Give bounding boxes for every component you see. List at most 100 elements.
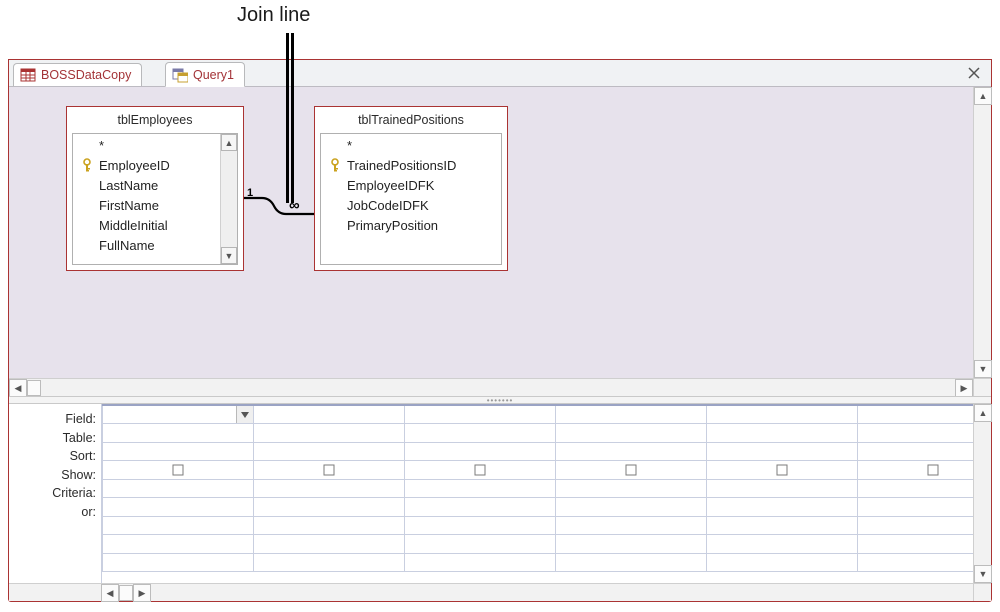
grid-cell-criteria[interactable] xyxy=(405,479,556,498)
grid-cell-sort[interactable] xyxy=(103,442,254,461)
grid-cell-or[interactable] xyxy=(707,516,858,535)
design-horizontal-scrollbar[interactable]: ◀ ▶ xyxy=(9,378,973,396)
scroll-down-button[interactable]: ▼ xyxy=(221,247,237,264)
grid-cell-table[interactable] xyxy=(858,424,974,443)
field-item[interactable]: FullName xyxy=(73,235,237,255)
scroll-up-button[interactable]: ▲ xyxy=(974,404,992,422)
field-item[interactable]: EmployeeID xyxy=(73,155,237,175)
show-checkbox[interactable] xyxy=(324,464,335,475)
scroll-down-button[interactable]: ▼ xyxy=(974,565,992,583)
join-cardinality-one: 1 xyxy=(247,187,253,199)
grid-cell-sort[interactable] xyxy=(405,442,556,461)
grid-cell-or[interactable] xyxy=(254,498,405,517)
grid-cell-or[interactable] xyxy=(103,516,254,535)
fieldlist-scrollbar[interactable]: ▲ ▼ xyxy=(220,134,237,264)
grid-cell-field[interactable] xyxy=(103,405,254,424)
table-tblemployees[interactable]: tblEmployees * EmployeeID LastName First… xyxy=(66,106,244,271)
grid-cell-or[interactable] xyxy=(405,498,556,517)
grid-cell-or[interactable] xyxy=(254,516,405,535)
grid-cell-field[interactable] xyxy=(405,405,556,424)
table-tbltrainedpositions[interactable]: tblTrainedPositions * TrainedPositionsID… xyxy=(314,106,508,271)
pane-splitter[interactable]: ••••••• xyxy=(9,396,991,404)
grid-cell-or[interactable] xyxy=(556,535,707,554)
grid-cell-show[interactable] xyxy=(707,461,858,480)
grid-cell-show[interactable] xyxy=(858,461,974,480)
grid-cell-or[interactable] xyxy=(556,516,707,535)
field-item[interactable]: FirstName xyxy=(73,195,237,215)
grid-cell-or[interactable] xyxy=(707,498,858,517)
grid-cell-criteria[interactable] xyxy=(556,479,707,498)
field-item[interactable]: JobCodeIDFK xyxy=(321,195,501,215)
grid-cell-show[interactable] xyxy=(405,461,556,480)
grid-cell-table[interactable] xyxy=(254,424,405,443)
close-button[interactable] xyxy=(966,65,982,81)
field-item[interactable]: PrimaryPosition xyxy=(321,215,501,235)
grid-cell-table[interactable] xyxy=(103,424,254,443)
grid-cell-table[interactable] xyxy=(556,424,707,443)
field-item[interactable]: MiddleInitial xyxy=(73,215,237,235)
scroll-thumb[interactable] xyxy=(27,380,41,396)
field-item[interactable]: LastName xyxy=(73,175,237,195)
field-item[interactable]: * xyxy=(321,135,501,155)
grid-cell-table[interactable] xyxy=(405,424,556,443)
grid-cell-criteria[interactable] xyxy=(254,479,405,498)
scroll-left-button[interactable]: ◀ xyxy=(9,379,27,397)
grid-cell-or[interactable] xyxy=(103,498,254,517)
scroll-up-button[interactable]: ▲ xyxy=(221,134,237,151)
grid-cell-or[interactable] xyxy=(405,553,556,572)
grid-cell-or[interactable] xyxy=(556,553,707,572)
tab-bossdatacopy[interactable]: BOSSDataCopy xyxy=(13,63,142,87)
grid-cell-criteria[interactable] xyxy=(707,479,858,498)
grid-cell-table[interactable] xyxy=(707,424,858,443)
grid-cell-show[interactable] xyxy=(556,461,707,480)
grid-cell-or[interactable] xyxy=(858,553,974,572)
join-line[interactable]: 1 ∞ xyxy=(244,195,314,217)
grid-cell-sort[interactable] xyxy=(254,442,405,461)
grid-cell-field[interactable] xyxy=(556,405,707,424)
grid-cell-sort[interactable] xyxy=(858,442,974,461)
query-design-pane[interactable]: tblEmployees * EmployeeID LastName First… xyxy=(9,86,991,396)
scroll-up-button[interactable]: ▲ xyxy=(974,87,992,105)
show-checkbox[interactable] xyxy=(475,464,486,475)
scroll-down-button[interactable]: ▼ xyxy=(974,360,992,378)
grid-cell-field[interactable] xyxy=(254,405,405,424)
field-item[interactable]: TrainedPositionsID xyxy=(321,155,501,175)
table-title: tblEmployees xyxy=(67,107,243,133)
grid-cell-show[interactable] xyxy=(103,461,254,480)
grid-cell-or[interactable] xyxy=(405,535,556,554)
grid-cell-or[interactable] xyxy=(405,516,556,535)
grid-cell-or[interactable] xyxy=(254,535,405,554)
design-vertical-scrollbar[interactable]: ▲ ▼ xyxy=(973,87,991,378)
grid-horizontal-scrollbar[interactable]: ◀ ▶ xyxy=(101,583,973,601)
grid-cell-or[interactable] xyxy=(858,498,974,517)
grid-cell-or[interactable] xyxy=(556,498,707,517)
grid-cell-field[interactable] xyxy=(858,405,974,424)
grid-cell-criteria[interactable] xyxy=(858,479,974,498)
scroll-right-button[interactable]: ▶ xyxy=(133,584,151,602)
grid-cell-or[interactable] xyxy=(858,535,974,554)
grid-cell-or[interactable] xyxy=(254,553,405,572)
tab-label: BOSSDataCopy xyxy=(41,68,131,82)
grid-cell-or[interactable] xyxy=(103,553,254,572)
show-checkbox[interactable] xyxy=(173,464,184,475)
tab-query1[interactable]: Query1 xyxy=(165,62,245,87)
field-item[interactable]: EmployeeIDFK xyxy=(321,175,501,195)
grid-cell-criteria[interactable] xyxy=(103,479,254,498)
grid-cell-or[interactable] xyxy=(858,516,974,535)
grid-cell-field[interactable] xyxy=(707,405,858,424)
dropdown-button[interactable] xyxy=(236,406,253,423)
grid-cell-sort[interactable] xyxy=(707,442,858,461)
grid-cell-or[interactable] xyxy=(707,553,858,572)
show-checkbox[interactable] xyxy=(626,464,637,475)
grid-vertical-scrollbar[interactable]: ▲ ▼ xyxy=(973,404,991,583)
grid-cell-or[interactable] xyxy=(103,535,254,554)
grid-cell-show[interactable] xyxy=(254,461,405,480)
scroll-left-button[interactable]: ◀ xyxy=(101,584,119,602)
field-item[interactable]: * xyxy=(73,135,237,155)
show-checkbox[interactable] xyxy=(777,464,788,475)
scroll-right-button[interactable]: ▶ xyxy=(955,379,973,397)
show-checkbox[interactable] xyxy=(928,464,939,475)
grid-cell-or[interactable] xyxy=(707,535,858,554)
grid-cell-sort[interactable] xyxy=(556,442,707,461)
scroll-thumb[interactable] xyxy=(119,585,133,601)
